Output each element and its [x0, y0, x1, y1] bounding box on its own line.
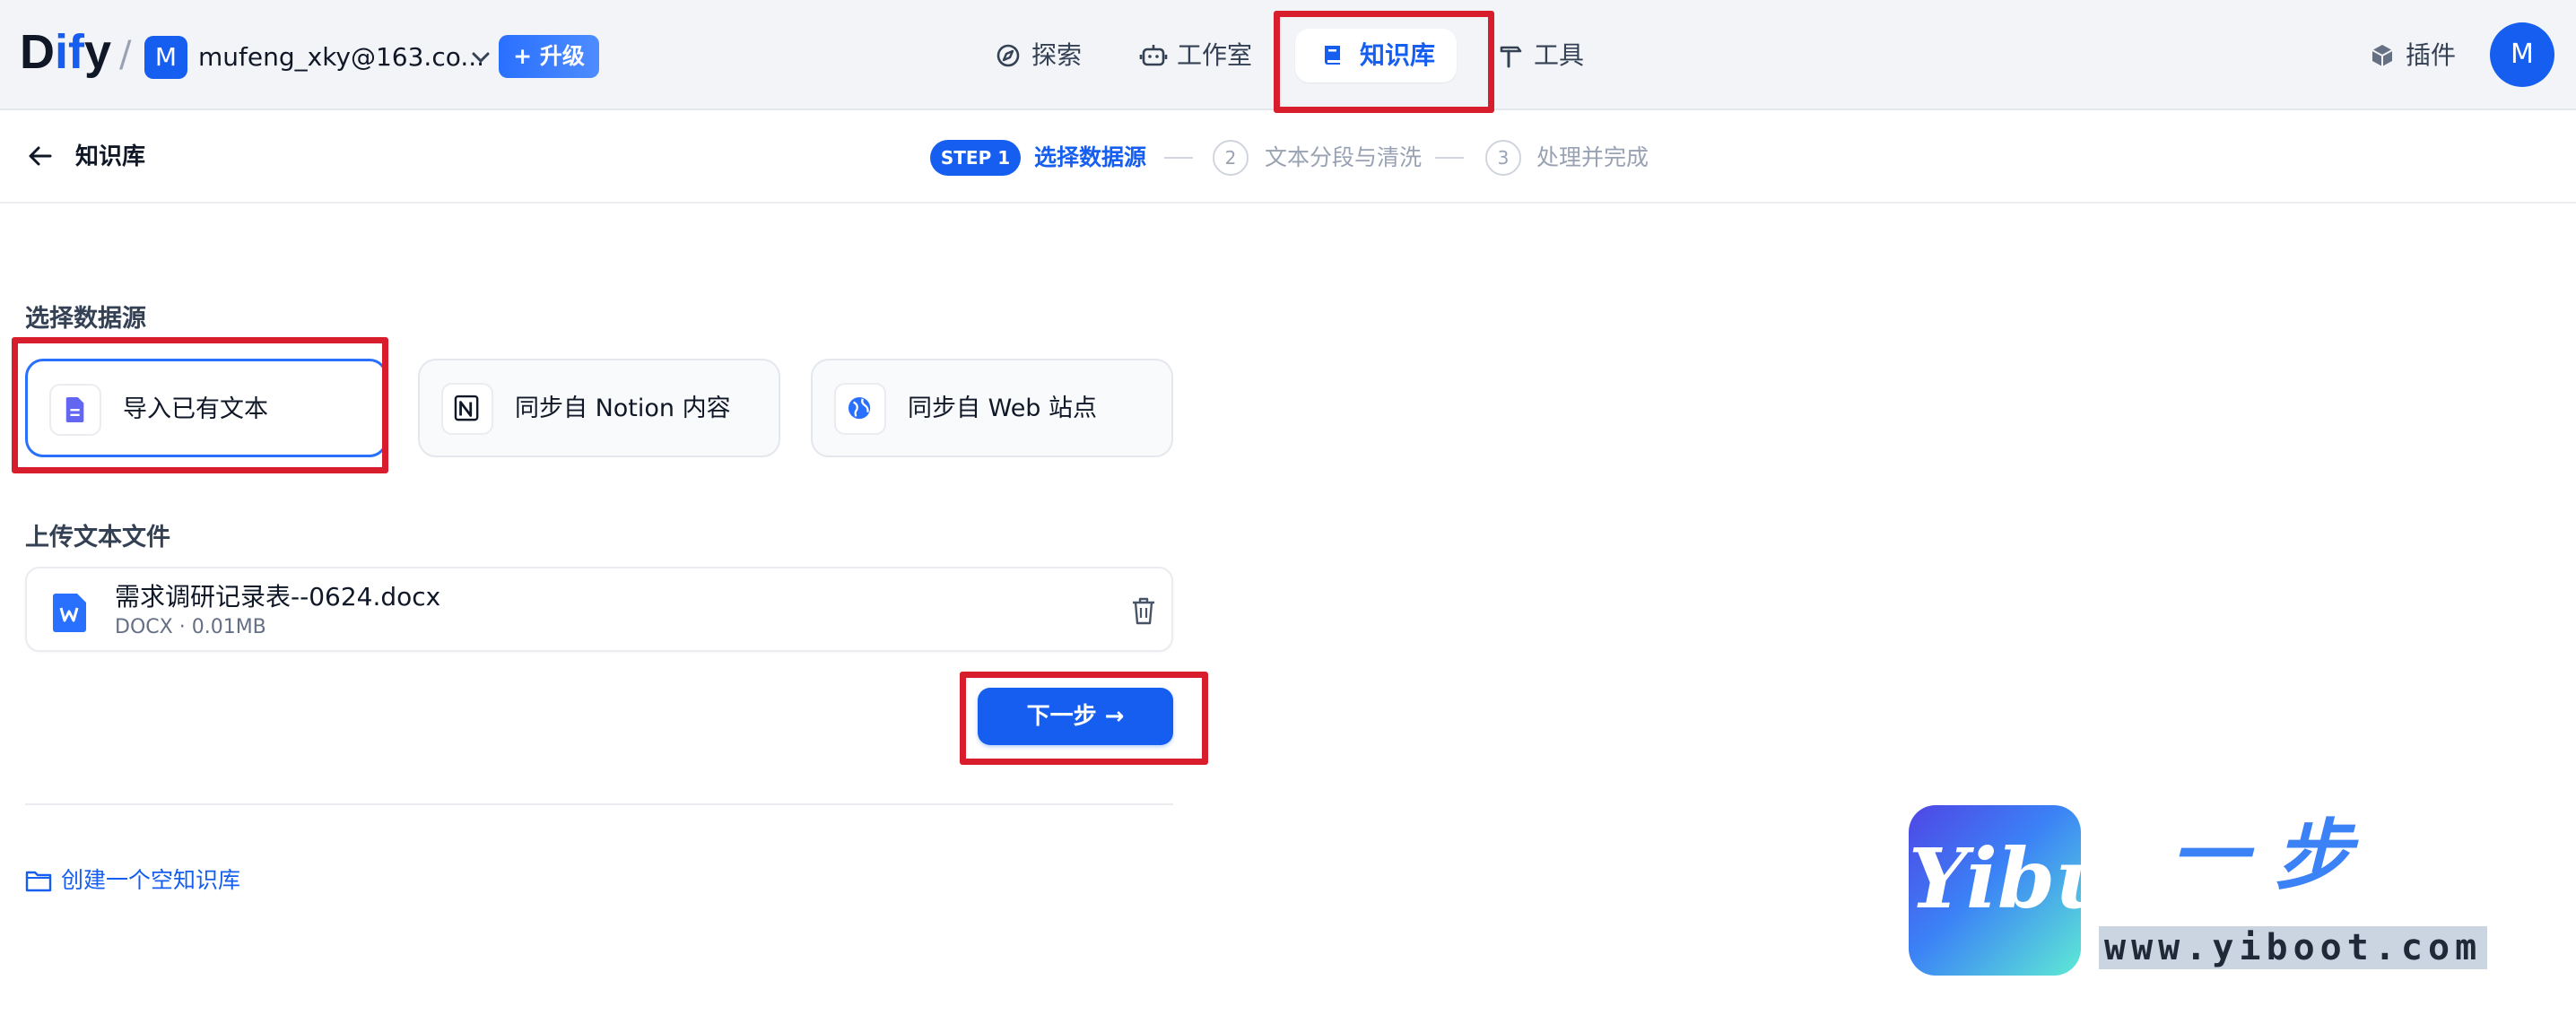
- create-empty-label: 创建一个空知识库: [61, 867, 241, 893]
- step-divider: [1164, 157, 1193, 159]
- nav-explore-label: 探索: [1031, 40, 1083, 70]
- trash-icon[interactable]: [1130, 595, 1157, 626]
- workspace-name[interactable]: mufeng_xky@163.co...: [198, 36, 484, 79]
- source-notion[interactable]: 同步自 Notion 内容: [418, 359, 780, 457]
- nav-knowledge-label: 知识库: [1360, 40, 1436, 70]
- watermark-logo-text: Yibu: [1909, 830, 2116, 927]
- step-divider: [1435, 157, 1464, 159]
- file-name: 需求调研记录表--0624.docx: [115, 582, 441, 612]
- web-globe-icon: [848, 396, 871, 420]
- notion-icon: [454, 395, 479, 421]
- nav-tools-label: 工具: [1534, 40, 1585, 70]
- source-label: 同步自 Web 站点: [908, 395, 1098, 422]
- chevron-down-icon[interactable]: [468, 38, 493, 77]
- user-avatar[interactable]: M: [2490, 22, 2554, 87]
- cube-icon: [2371, 45, 2393, 66]
- upload-title: 上传文本文件: [25, 524, 170, 551]
- file-meta-separator: ·: [178, 616, 186, 638]
- watermark-url: www.yiboot.com: [2099, 926, 2488, 969]
- file-size: 0.01MB: [191, 616, 266, 638]
- watermark-logo: Yibu: [1909, 805, 2116, 976]
- nav-plugins[interactable]: 插件: [2361, 29, 2486, 82]
- web-globe-icon-wrap: [834, 383, 886, 435]
- nav-plugins-label: 插件: [2406, 40, 2457, 70]
- step-2-badge: 2: [1213, 140, 1249, 176]
- source-import-text[interactable]: 导入已有文本: [25, 359, 387, 457]
- source-label: 导入已有文本: [123, 395, 268, 423]
- step-header: 知识库 STEP 1 选择数据源 2 文本分段与清洗 3 处理并完成: [0, 112, 2576, 204]
- next-step-button[interactable]: 下一步 →: [978, 688, 1173, 745]
- nav-studio[interactable]: 工作室: [1132, 29, 1275, 82]
- document-icon: [65, 397, 84, 422]
- logo-separator: /: [119, 34, 132, 75]
- step-1-label: 选择数据源: [1034, 144, 1147, 170]
- step-1-badge: STEP 1: [930, 140, 1021, 176]
- nav-knowledge-base[interactable]: 知识库: [1295, 29, 1457, 82]
- notion-icon-wrap: [441, 383, 493, 435]
- breadcrumb-knowledge[interactable]: 知识库: [75, 139, 145, 175]
- folder-icon: [25, 871, 52, 892]
- watermark-chinese: 一步: [2171, 811, 2379, 901]
- step-3-badge: 3: [1485, 140, 1521, 176]
- datasource-title: 选择数据源: [25, 305, 146, 333]
- create-empty-knowledge-link[interactable]: 创建一个空知识库: [25, 863, 240, 898]
- divider: [25, 803, 1173, 805]
- nav-explore[interactable]: 探索: [987, 29, 1130, 82]
- word-file-icon: [53, 594, 86, 632]
- uploaded-file-item[interactable]: 需求调研记录表--0624.docx DOCX · 0.01MB: [25, 567, 1173, 652]
- upgrade-button[interactable]: + 升级: [499, 35, 599, 78]
- dify-logo[interactable]: Dify: [20, 22, 111, 82]
- step-3-label: 处理并完成: [1536, 144, 1649, 170]
- file-type: DOCX: [115, 616, 173, 638]
- step-2-label: 文本分段与清洗: [1265, 144, 1423, 170]
- compass-icon: [996, 44, 1020, 67]
- source-web[interactable]: 同步自 Web 站点: [811, 359, 1173, 457]
- document-icon-wrap: [49, 384, 101, 436]
- hammer-icon: [1500, 46, 1522, 68]
- source-label: 同步自 Notion 内容: [515, 395, 731, 422]
- workspace-avatar[interactable]: M: [144, 36, 187, 79]
- file-meta: DOCX · 0.01MB: [115, 613, 266, 642]
- book-icon: [1325, 46, 1340, 65]
- robot-icon: [1139, 45, 1168, 66]
- nav-studio-label: 工作室: [1177, 40, 1253, 70]
- back-arrow-icon[interactable]: [25, 141, 56, 171]
- nav-tools[interactable]: 工具: [1489, 29, 1623, 82]
- top-navigation-bar: Dify / M mufeng_xky@163.co... + 升级 探索 工作…: [0, 0, 2576, 110]
